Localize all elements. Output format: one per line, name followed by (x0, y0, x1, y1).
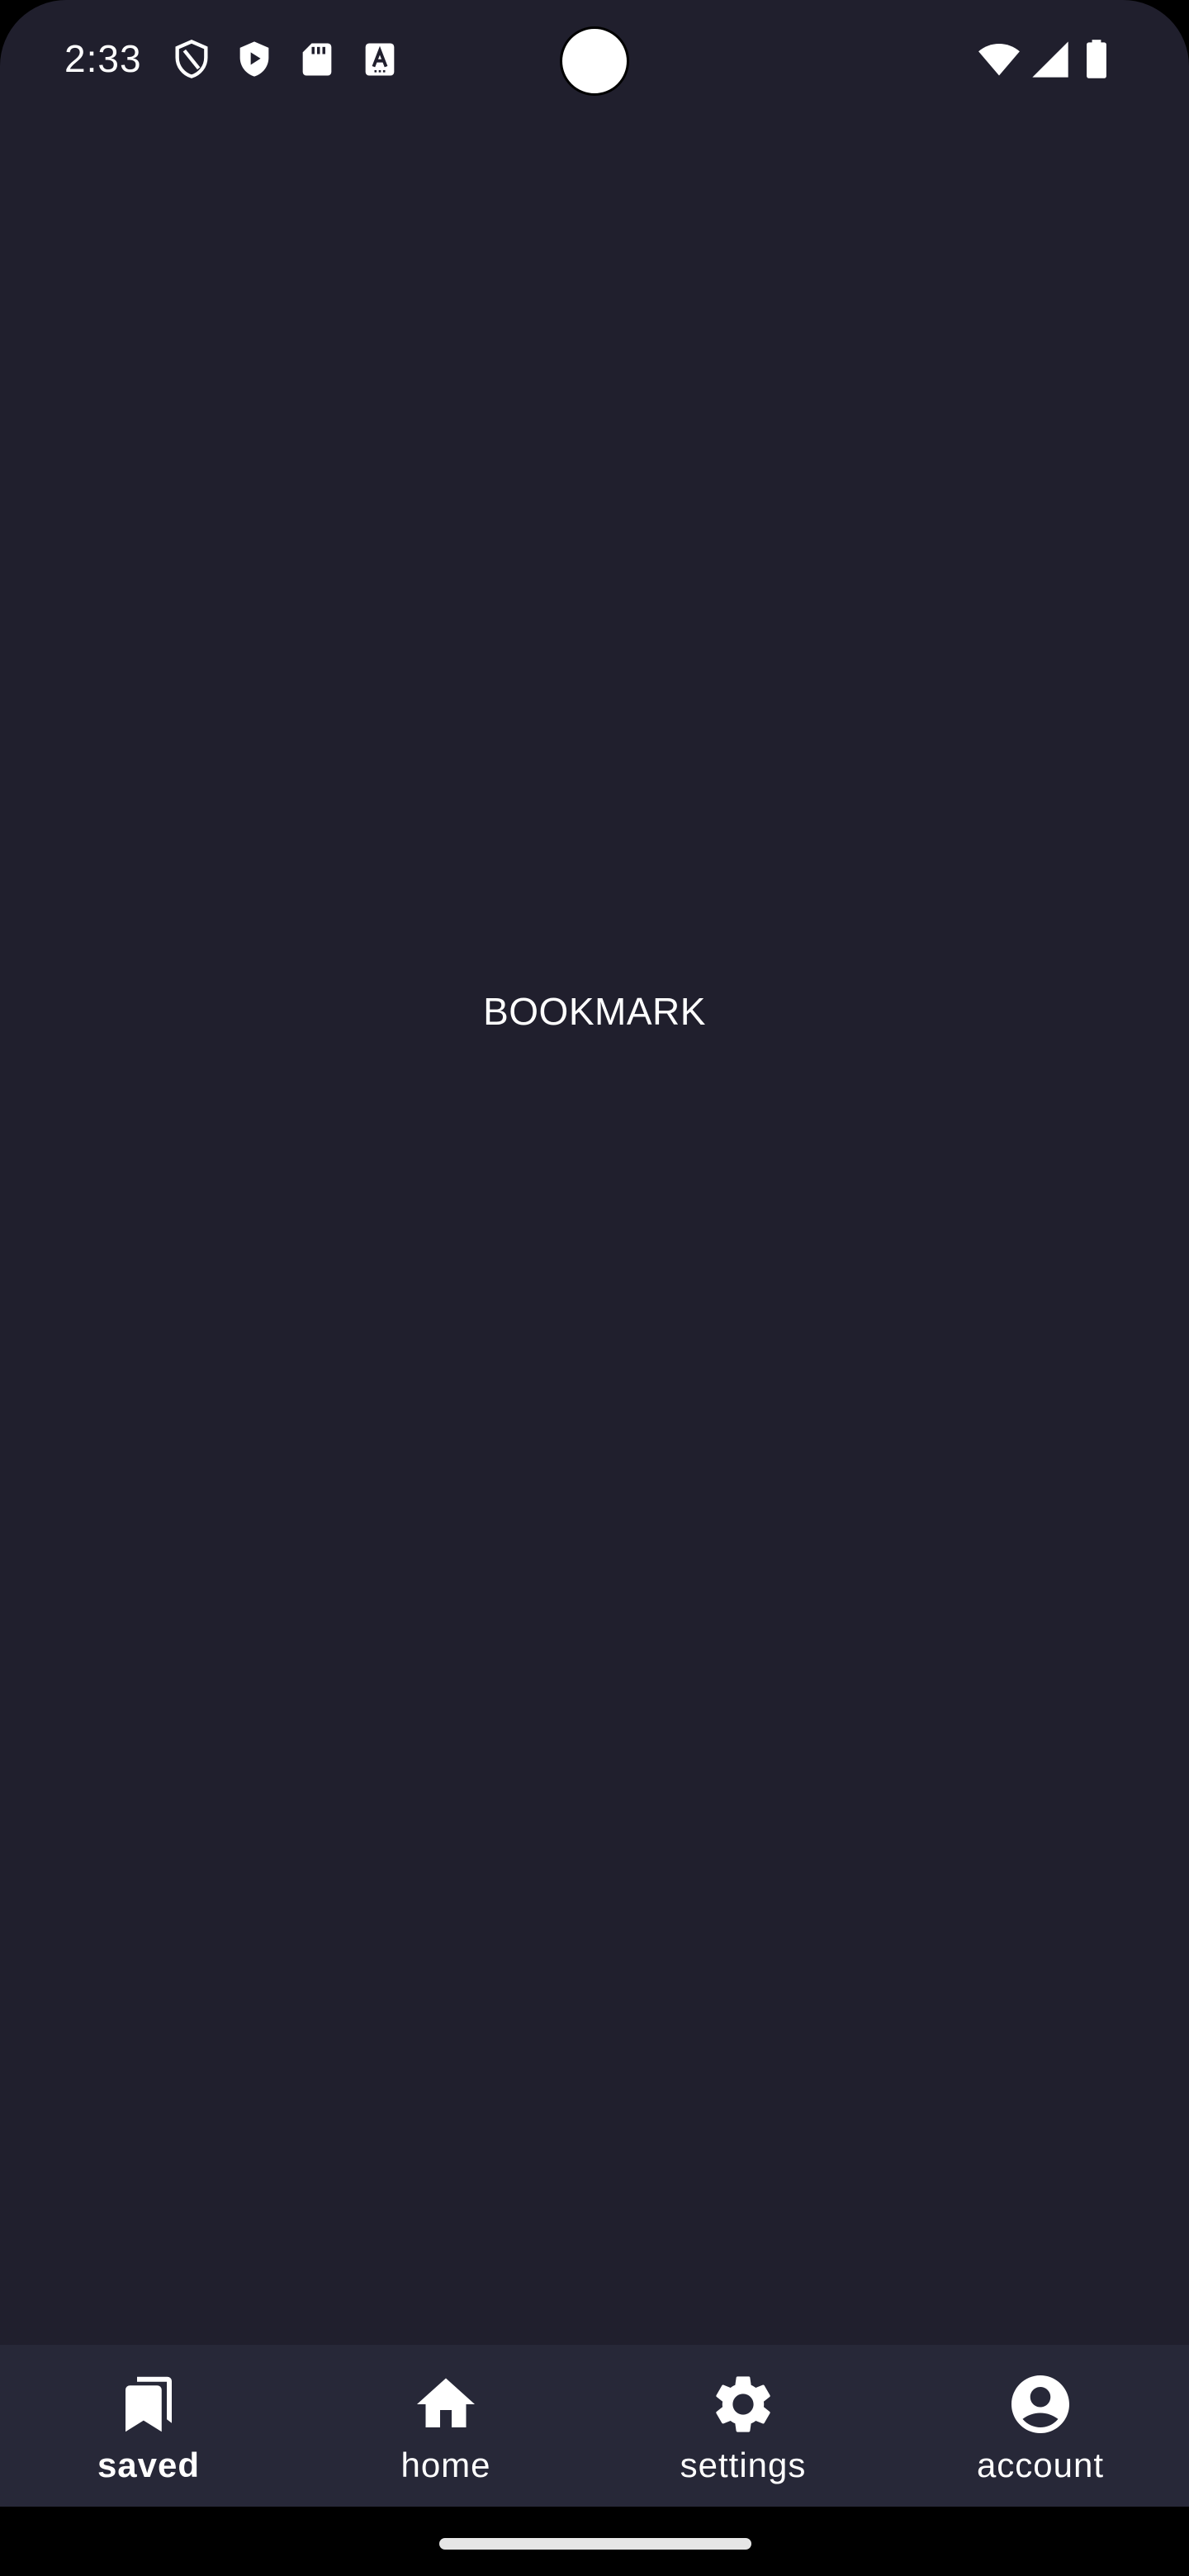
nav-label-settings: settings (680, 2446, 807, 2484)
play-shield-icon (239, 41, 269, 77)
cellular-signal-icon (1032, 41, 1068, 78)
nav-label-account: account (976, 2446, 1105, 2484)
gesture-handle[interactable] (439, 2538, 751, 2550)
account-circle-icon (1011, 2375, 1069, 2433)
status-bar: 2:33 (0, 0, 1189, 121)
font-a-icon (365, 43, 395, 76)
status-icons-right (978, 38, 1113, 81)
nav-label-home: home (400, 2446, 491, 2484)
shield-outline-icon (175, 39, 208, 78)
bookmarks-icon (126, 2376, 172, 2432)
status-time: 2:33 (64, 37, 142, 80)
page-title: BOOKMARK (483, 990, 706, 1033)
nav-item-account[interactable]: account (892, 2345, 1189, 2507)
sd-card-icon (302, 43, 332, 76)
battery-icon (1087, 40, 1106, 78)
nav-item-saved[interactable]: saved (0, 2345, 297, 2507)
home-icon (417, 2378, 475, 2427)
wifi-icon (978, 43, 1020, 76)
gesture-nav-area (0, 2507, 1189, 2576)
camera-cutout (560, 26, 629, 96)
gear-icon (716, 2376, 770, 2432)
bottom-navigation: saved home settings account (0, 2345, 1189, 2507)
nav-item-home[interactable]: home (297, 2345, 594, 2507)
app-screen: 2:33 BOOKMARK saved home settings accoun… (0, 0, 1189, 2576)
nav-label-saved: saved (97, 2446, 201, 2484)
nav-item-settings[interactable]: settings (594, 2345, 892, 2507)
status-icons-left (170, 38, 401, 81)
